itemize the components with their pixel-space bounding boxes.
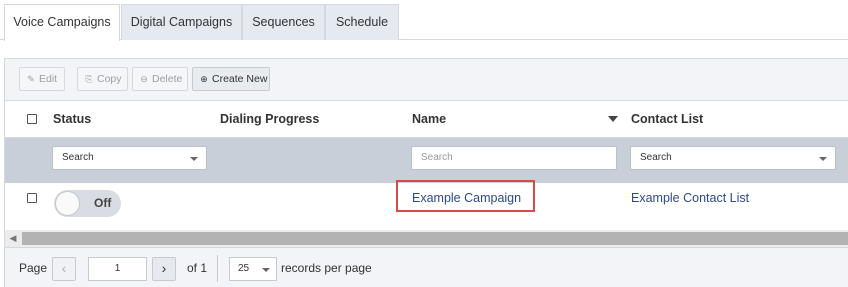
filter-row: Search Search Search <box>5 138 848 183</box>
sort-descending-icon[interactable] <box>608 116 618 122</box>
scroll-left-icon[interactable]: ◀ <box>5 230 21 247</box>
name-search-placeholder: Search <box>421 152 453 163</box>
column-header-status[interactable]: Status <box>53 101 91 138</box>
scrollbar-thumb[interactable] <box>22 232 848 245</box>
previous-page-button[interactable]: ‹ <box>52 257 76 281</box>
column-header-name[interactable]: Name <box>412 101 446 138</box>
chevron-down-icon <box>819 157 827 161</box>
row-select-checkbox[interactable] <box>27 193 37 203</box>
edit-button-label: Edit <box>39 73 58 85</box>
toggle-knob <box>55 191 80 216</box>
tab-digital-campaigns[interactable]: Digital Campaigns <box>121 4 242 40</box>
edit-icon: ✎ <box>27 74 35 84</box>
page-size-select[interactable]: 25 <box>229 257 277 281</box>
table-row[interactable]: Off Example Campaign Example Contact Lis… <box>5 180 848 230</box>
chevron-left-icon: ‹ <box>61 260 67 276</box>
campaign-grid: ✎ Edit ⎘ Copy ⊖ Delete ⊕ Create New Status D… <box>4 58 848 287</box>
copy-icon: ⎘ <box>85 74 93 84</box>
campaign-name-link[interactable]: Example Campaign <box>412 183 521 213</box>
grid-toolbar: ✎ Edit ⎘ Copy ⊖ Delete ⊕ Create New <box>5 59 848 101</box>
delete-button-label: Delete <box>152 73 183 85</box>
column-header-dialing-progress[interactable]: Dialing Progress <box>220 101 319 138</box>
status-filter-value: Search <box>62 152 94 163</box>
column-header-contact-list[interactable]: Contact List <box>631 101 703 138</box>
tab-sequences[interactable]: Sequences <box>242 4 325 40</box>
copy-button-label: Copy <box>97 73 122 85</box>
page-number-input[interactable]: 1 <box>88 257 147 281</box>
chevron-down-icon <box>190 157 198 161</box>
status-filter-select[interactable]: Search <box>52 146 207 170</box>
page-size-value: 25 <box>238 263 250 274</box>
minus-circle-icon: ⊖ <box>140 74 148 84</box>
plus-circle-icon: ⊕ <box>200 74 208 84</box>
edit-button[interactable]: ✎ Edit <box>19 67 65 91</box>
pager-divider <box>217 255 218 282</box>
page-label: Page <box>19 261 48 275</box>
create-new-button-label: Create New <box>212 73 268 85</box>
page-count-label: of 1 <box>187 261 208 275</box>
chevron-down-icon <box>262 268 270 272</box>
table-header: Status Dialing Progress Name Contact Lis… <box>5 101 848 138</box>
contact-list-link[interactable]: Example Contact List <box>631 183 749 213</box>
chevron-right-icon: › <box>161 260 167 276</box>
copy-button[interactable]: ⎘ Copy <box>77 67 128 91</box>
create-new-button[interactable]: ⊕ Create New <box>192 67 270 91</box>
records-per-page-label: records per page <box>281 261 372 275</box>
contact-list-filter-select[interactable]: Search <box>630 146 836 170</box>
delete-button[interactable]: ⊖ Delete <box>132 67 188 91</box>
tab-schedule[interactable]: Schedule <box>325 4 399 40</box>
contact-list-filter-value: Search <box>640 152 672 163</box>
next-page-button[interactable]: › <box>152 257 176 281</box>
tab-bar: Voice Campaigns Digital Campaigns Sequen… <box>0 0 848 41</box>
name-search-input[interactable]: Search <box>411 146 617 170</box>
tab-voice-campaigns[interactable]: Voice Campaigns <box>4 4 120 41</box>
status-toggle-label: Off <box>94 196 112 210</box>
status-toggle[interactable]: Off <box>54 190 121 217</box>
horizontal-scrollbar[interactable]: ◀ <box>5 230 848 247</box>
select-all-checkbox[interactable] <box>27 114 37 124</box>
pagination-bar: Page ‹ 1 › of 1 25 records per page <box>5 247 848 287</box>
